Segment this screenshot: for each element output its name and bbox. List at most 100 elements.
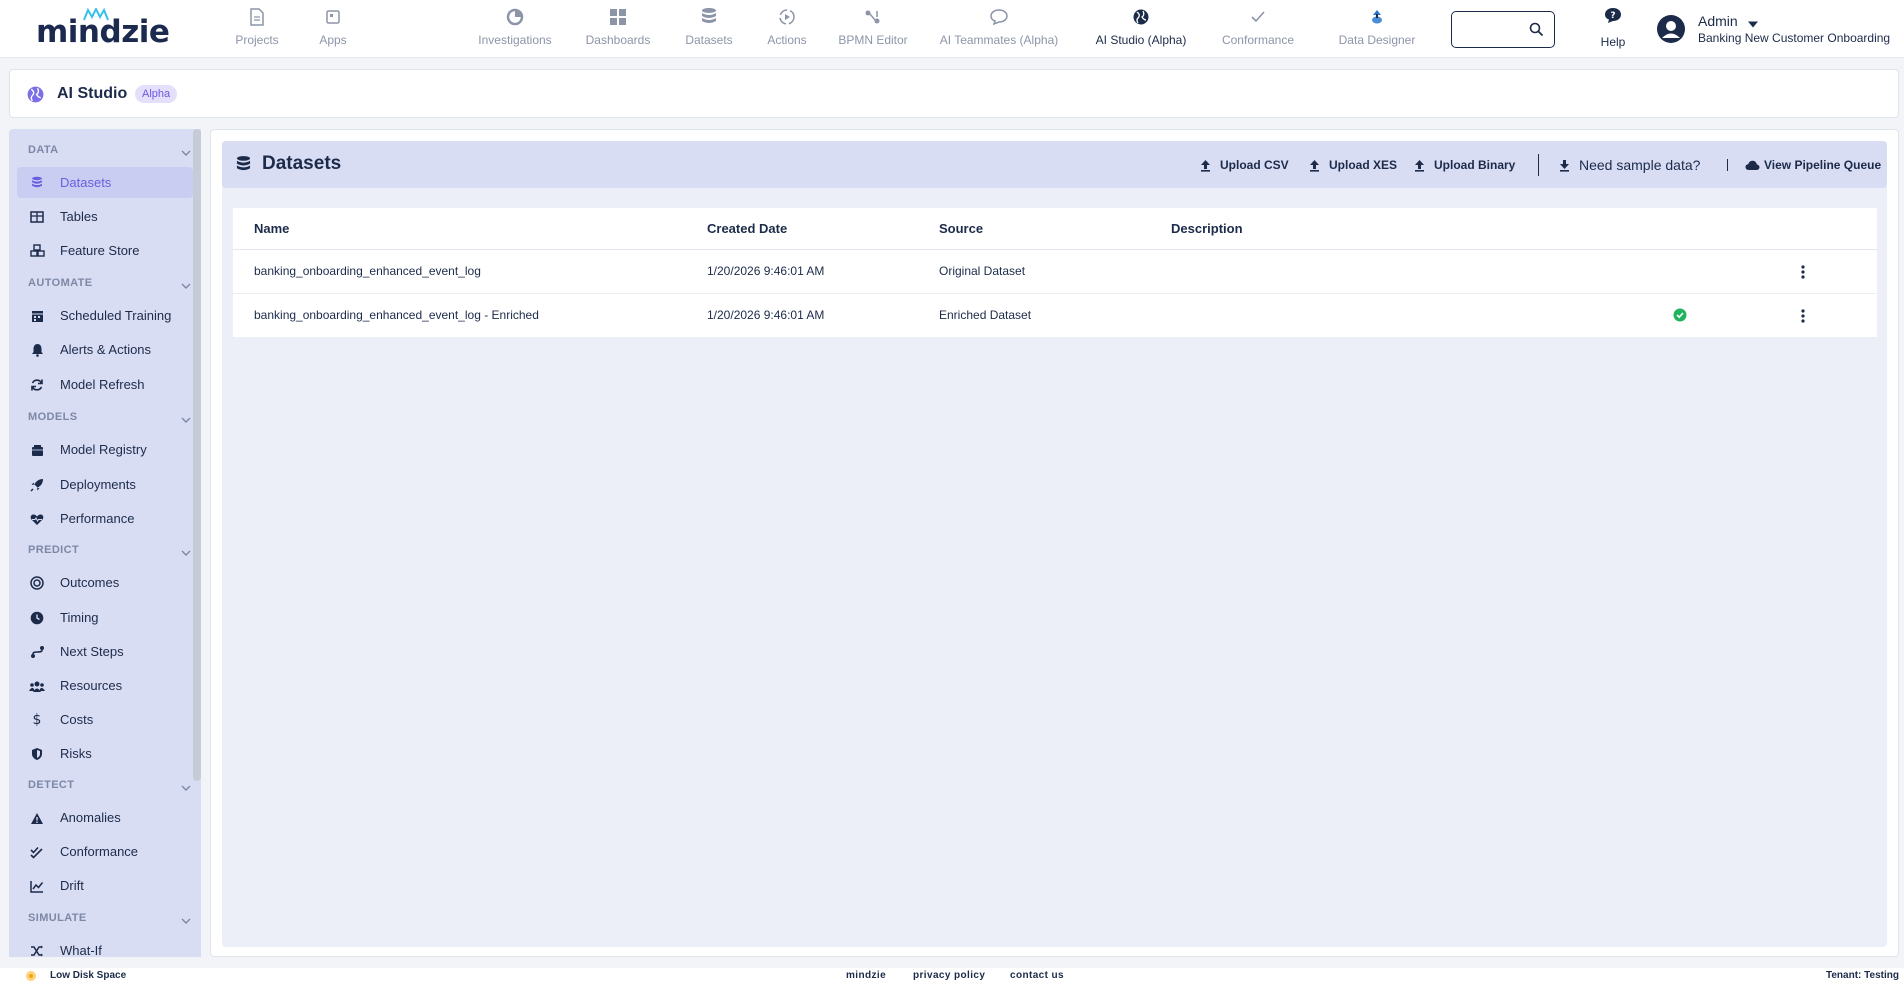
nav-label: Conformance <box>1221 33 1295 47</box>
sidebar-item-label: Risks <box>60 746 92 761</box>
shield-icon <box>29 746 45 762</box>
column-header-source[interactable]: Source <box>939 221 983 236</box>
sidebar-item-model-refresh[interactable]: Model Refresh <box>17 369 193 400</box>
investigations-icon <box>506 6 524 28</box>
table-row[interactable]: banking_onboarding_enhanced_event_log - … <box>233 294 1877 338</box>
upload-binary-button[interactable]: Upload Binary <box>1414 155 1515 175</box>
registry-icon <box>29 442 45 458</box>
clock-icon <box>29 610 45 626</box>
column-header-name[interactable]: Name <box>254 221 289 236</box>
sidebar-item-anomalies[interactable]: Anomalies <box>17 802 193 833</box>
logo-text: mindzie <box>36 14 170 50</box>
search-input[interactable] <box>1458 20 1524 40</box>
nav-dashboards[interactable]: Dashboards <box>585 6 651 50</box>
search-box[interactable] <box>1451 11 1555 48</box>
nav-ai-studio[interactable]: AI Studio (Alpha) <box>1094 6 1188 50</box>
upload-csv-label: Upload CSV <box>1220 158 1289 172</box>
sidebar-item-risks[interactable]: Risks <box>17 738 193 769</box>
chevron-down-icon[interactable] <box>181 144 191 162</box>
steps-icon <box>29 644 45 660</box>
sidebar-item-model-registry[interactable]: Model Registry <box>17 434 193 465</box>
upload-xes-button[interactable]: Upload XES <box>1309 155 1397 175</box>
sidebar-item-label: Outcomes <box>60 575 120 590</box>
sidebar-item-deployments[interactable]: Deployments <box>17 469 193 500</box>
shuffle-icon <box>29 943 45 957</box>
more-options-icon[interactable] <box>1793 262 1813 282</box>
sidebar-item-label: Resources <box>60 678 123 693</box>
heartbeat-icon <box>29 511 45 527</box>
nav-apps[interactable]: Apps <box>318 6 348 50</box>
sidebar-item-label: Alerts & Actions <box>60 342 152 357</box>
section-title-predict: PREDICT <box>28 544 80 556</box>
nav-data-designer[interactable]: Data Designer <box>1337 6 1417 50</box>
chevron-down-icon[interactable] <box>181 277 191 295</box>
nav-label: Investigations <box>478 33 552 47</box>
help-button[interactable]: ? Help <box>1598 7 1628 51</box>
svg-text:?: ? <box>1610 11 1615 21</box>
sidebar-item-datasets[interactable]: Datasets <box>17 167 193 198</box>
sidebar-item-resources[interactable]: Resources <box>17 670 193 701</box>
sidebar-item-conformance[interactable]: Conformance <box>17 836 193 867</box>
sidebar-item-scheduled-training[interactable]: Scheduled Training <box>17 300 193 331</box>
sidebar-item-performance[interactable]: Performance <box>17 503 193 534</box>
dataset-name[interactable]: banking_onboarding_enhanced_event_log <box>254 264 481 278</box>
sidebar-scrollbar[interactable] <box>193 129 201 781</box>
sidebar-item-label: Datasets <box>60 175 112 190</box>
dataset-source: Enriched Dataset <box>939 308 1032 322</box>
nav-label: Data Designer <box>1338 33 1416 47</box>
table-row[interactable]: banking_onboarding_enhanced_event_log 1/… <box>233 250 1877 294</box>
nav-ai-teammates[interactable]: AI Teammates (Alpha) <box>936 6 1062 50</box>
sidebar-item-label: Performance <box>60 511 135 526</box>
footer: Low Disk Space mindzie privacy policy co… <box>0 968 1904 988</box>
sidebar-item-drift[interactable]: Drift <box>17 870 193 901</box>
page-header: AI Studio Alpha <box>9 69 1899 118</box>
sidebar-item-outcomes[interactable]: Outcomes <box>17 567 193 598</box>
sidebar-item-timing[interactable]: Timing <box>17 602 193 633</box>
sidebar-item-costs[interactable]: $ Costs <box>17 704 193 735</box>
sample-data-button[interactable]: Need sample data? <box>1559 155 1700 175</box>
sidebar-item-feature-store[interactable]: Feature Store <box>17 235 193 266</box>
bpmn-icon <box>864 6 882 28</box>
chevron-down-icon[interactable] <box>181 912 191 930</box>
line-chart-icon <box>29 878 45 894</box>
nav-actions[interactable]: Actions <box>766 6 808 50</box>
cubes-icon <box>29 243 45 259</box>
nav-conformance[interactable]: Conformance <box>1219 6 1297 50</box>
footer-link-privacy-policy[interactable]: privacy policy <box>913 970 985 981</box>
view-pipeline-queue-label: View Pipeline Queue <box>1764 158 1882 172</box>
sidebar-item-label: Costs <box>60 712 94 727</box>
view-pipeline-queue-button[interactable]: View Pipeline Queue <box>1745 155 1881 175</box>
data-designer-icon <box>1369 6 1385 28</box>
top-navigation: mindzie Projects Apps Investigations Das… <box>0 0 1904 58</box>
low-disk-warning: Low Disk Space <box>50 970 127 981</box>
mindzie-logo[interactable]: mindzie <box>36 8 170 50</box>
column-header-description[interactable]: Description <box>1171 221 1243 236</box>
nav-datasets[interactable]: Datasets <box>684 6 734 50</box>
upload-icon <box>1200 159 1211 172</box>
sidebar-item-alerts-actions[interactable]: Alerts & Actions <box>17 334 193 365</box>
dataset-name[interactable]: banking_onboarding_enhanced_event_log - … <box>254 308 539 322</box>
sidebar-item-next-steps[interactable]: Next Steps <box>17 636 193 667</box>
chevron-down-icon[interactable] <box>181 411 191 429</box>
nav-investigations[interactable]: Investigations <box>476 6 554 50</box>
user-menu[interactable]: Admin Banking New Customer Onboarding <box>1656 11 1902 47</box>
column-header-created-date[interactable]: Created Date <box>707 221 787 236</box>
section-title-detect: DETECT <box>28 779 75 791</box>
more-options-icon[interactable] <box>1793 306 1813 326</box>
dataset-created-date: 1/20/2026 9:46:01 AM <box>707 308 825 322</box>
sidebar-item-what-if[interactable]: What-If <box>17 935 193 957</box>
datasets-header: Datasets Upload CSV Upload XES Upload Bi… <box>222 141 1887 188</box>
chevron-down-icon[interactable] <box>181 779 191 797</box>
sidebar-item-tables[interactable]: Tables <box>17 201 193 232</box>
database-icon <box>701 6 717 28</box>
section-title-models: MODELS <box>28 411 78 423</box>
chevron-down-icon[interactable] <box>181 544 191 562</box>
footer-link-mindzie[interactable]: mindzie <box>846 970 886 981</box>
sidebar-item-label: Anomalies <box>60 810 121 825</box>
footer-link-contact-us[interactable]: contact us <box>1010 970 1064 981</box>
nav-projects[interactable]: Projects <box>235 6 279 50</box>
upload-csv-button[interactable]: Upload CSV <box>1200 155 1289 175</box>
nav-bpmn-editor[interactable]: BPMN Editor <box>838 6 908 50</box>
search-icon[interactable] <box>1529 22 1544 42</box>
document-icon <box>250 6 264 28</box>
